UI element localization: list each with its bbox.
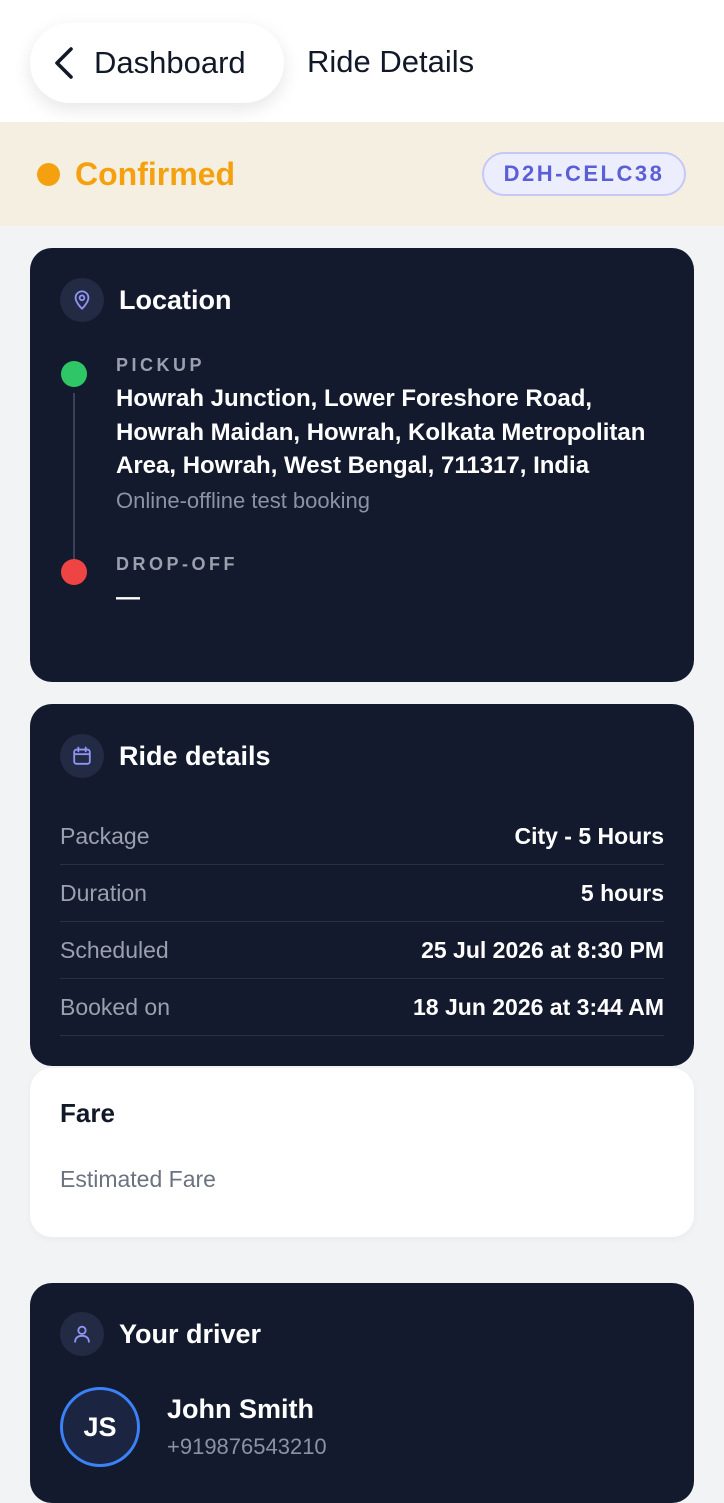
pickup-note: Online-offline test booking (116, 488, 370, 513)
pickup-marker (61, 361, 87, 387)
detail-row-scheduled: Scheduled 25 Jul 2026 at 8:30 PM (60, 922, 664, 979)
ride-details-card-title: Ride details (119, 740, 271, 771)
driver-phone[interactable]: +919876543210 (167, 1434, 327, 1460)
detail-value: 5 hours (580, 879, 664, 906)
location-card: Location PICKUP Howrah Junction, Lower F… (30, 248, 694, 682)
booking-id-badge[interactable]: D2H-CELC38 (482, 152, 686, 196)
ride-details-card: Ride details Package City - 5 Hours Dura… (30, 704, 694, 1066)
driver-card-header: Your driver (60, 1312, 261, 1356)
dropoff-marker (61, 559, 87, 585)
booking-status-bar: Confirmed D2H-CELC38 (0, 122, 724, 226)
back-button-label: Dashboard (94, 45, 246, 80)
back-button[interactable]: Dashboard (30, 23, 284, 103)
dropoff-address: — (116, 584, 140, 611)
status-label: Confirmed (75, 156, 235, 192)
pickup-address: Howrah Junction, Lower Foreshore Road, H… (116, 385, 646, 479)
location-card-header: Location (60, 278, 232, 322)
page-title: Ride Details (307, 44, 475, 79)
ride-details-card-header: Ride details (60, 734, 271, 778)
status-indicator-dot (37, 163, 60, 186)
driver-card: Your driver JS John Smith +919876543210 (30, 1283, 694, 1503)
driver-card-title: Your driver (119, 1318, 262, 1349)
detail-row-package: Package City - 5 Hours (60, 808, 664, 865)
pickup-label: PICKUP (116, 355, 206, 375)
detail-row-duration: Duration 5 hours (60, 865, 664, 922)
dropoff-label: DROP-OFF (116, 554, 238, 574)
driver-name: John Smith (167, 1394, 314, 1424)
user-icon (60, 1312, 104, 1356)
detail-value: 25 Jul 2026 at 8:30 PM (421, 936, 664, 963)
app-header: Dashboard Ride Details (0, 0, 724, 122)
chevron-left-icon (52, 46, 78, 80)
estimated-fare-label: Estimated Fare (60, 1166, 216, 1192)
detail-value: City - 5 Hours (514, 822, 664, 849)
driver-avatar: JS (60, 1387, 140, 1467)
route-timeline-line (73, 393, 75, 573)
detail-row-booked-on: Booked on 18 Jun 2026 at 3:44 AM (60, 979, 664, 1036)
detail-key: Duration (60, 879, 147, 906)
detail-key: Package (60, 822, 150, 849)
detail-key: Booked on (60, 993, 170, 1020)
fare-card: Fare Estimated Fare (30, 1068, 694, 1237)
location-card-title: Location (119, 284, 232, 315)
map-pin-icon (60, 278, 104, 322)
detail-key: Scheduled (60, 936, 169, 963)
detail-value: 18 Jun 2026 at 3:44 AM (413, 993, 664, 1020)
fare-title: Fare (60, 1098, 115, 1128)
calendar-icon (60, 734, 104, 778)
